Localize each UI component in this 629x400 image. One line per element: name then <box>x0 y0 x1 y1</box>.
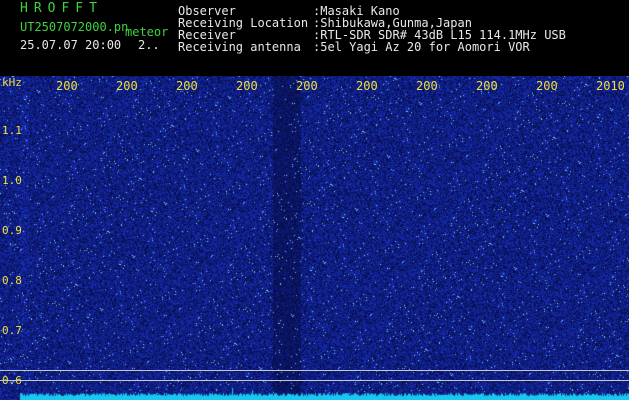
x-tick-label: 200 <box>536 79 558 93</box>
x-tick-label: 200 <box>56 79 78 93</box>
filename-label: UT2507072000.pn <box>20 20 129 34</box>
spectrogram-plot: kHz 1.1 1.0 0.9 0.8 0.7 0.6 200 200 200 … <box>0 76 629 400</box>
antenna-value: :5el Yagi Az 20 for Aomori VOR <box>313 40 530 54</box>
y-tick-label: 0.9 <box>2 224 22 237</box>
x-tick-label: 200 <box>416 79 438 93</box>
y-unit-label: kHz <box>2 76 22 89</box>
y-tick-label: 1.0 <box>2 174 22 187</box>
spectrogram-canvas <box>0 76 629 400</box>
meteor-label: meteor <box>125 25 169 39</box>
x-tick-label: 200 <box>116 79 138 93</box>
x-tick-label: 200 <box>176 79 198 93</box>
x-tick-label: 200 <box>296 79 318 93</box>
header-panel: HROFFT UT2507072000.pn meteor 25.07.07 2… <box>0 0 629 76</box>
x-tick-label: 2010 <box>596 79 625 93</box>
x-tick-label: 200 <box>356 79 378 93</box>
app-title: HROFFT <box>20 1 103 16</box>
y-tick-label: 0.8 <box>2 274 22 287</box>
y-tick-label: 1.1 <box>2 124 22 137</box>
antenna-label: Receiving antenna <box>178 40 301 54</box>
y-tick-label: 0.7 <box>2 324 22 337</box>
extra-label: 2.. <box>138 38 160 52</box>
x-tick-label: 200 <box>476 79 498 93</box>
datetime-label: 25.07.07 20:00 <box>20 38 122 52</box>
x-tick-label: 200 <box>236 79 258 93</box>
marker-line <box>0 380 629 381</box>
marker-line <box>0 370 629 371</box>
